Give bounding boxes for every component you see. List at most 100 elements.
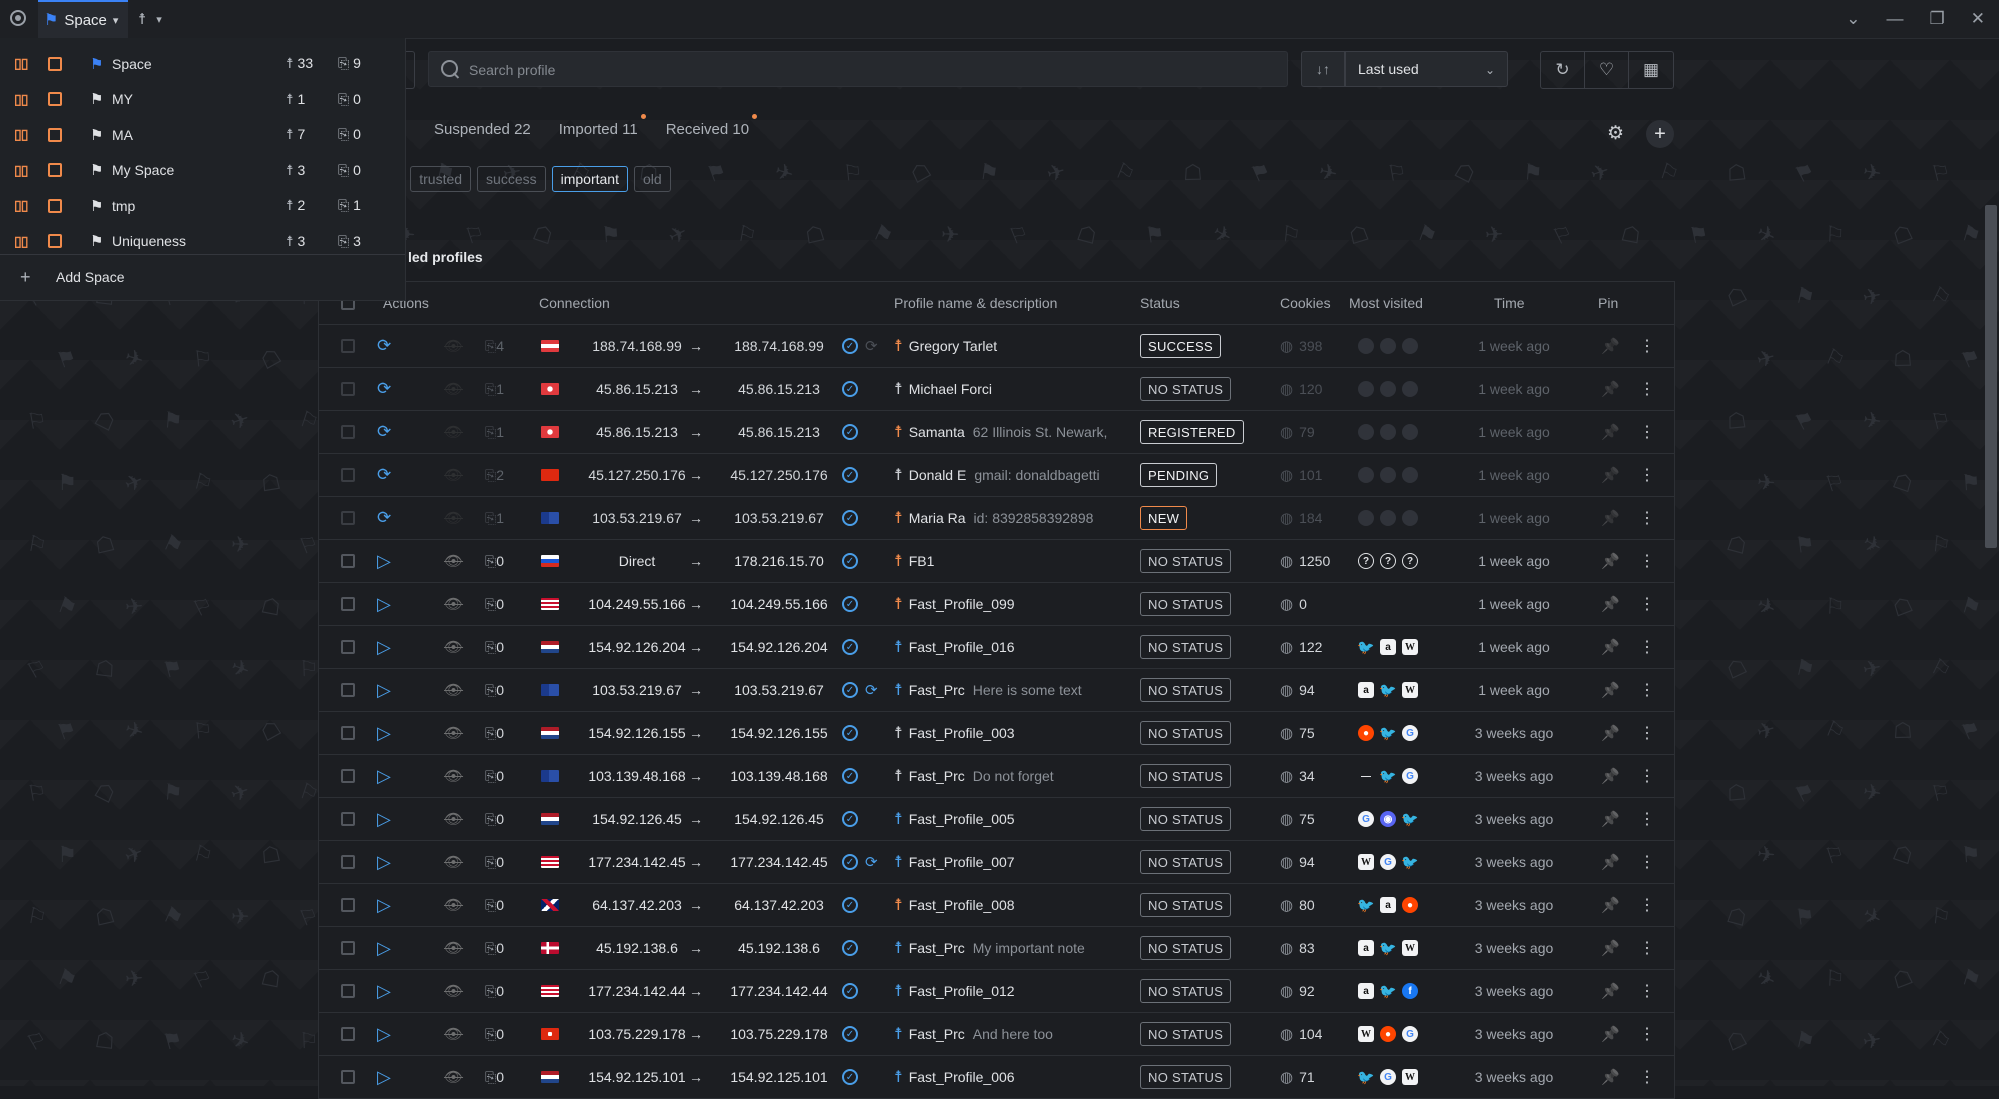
play-icon[interactable]: ▷ bbox=[377, 766, 391, 787]
pin-icon[interactable]: 📌 bbox=[1601, 939, 1620, 957]
eye-off-icon[interactable]: 👁 bbox=[444, 939, 463, 957]
sync-icon[interactable]: ⟳ bbox=[377, 379, 391, 399]
profile-cell[interactable]: ☨Fast_PrcAnd here too bbox=[894, 1013, 1053, 1055]
visibility-toggle[interactable]: 👁 bbox=[444, 325, 463, 367]
status-badge[interactable]: NO STATUS bbox=[1140, 721, 1231, 745]
tag-old[interactable]: old bbox=[634, 166, 671, 192]
more-vertical-icon[interactable]: ⋮ bbox=[1639, 594, 1655, 614]
pin-icon[interactable]: 📌 bbox=[1601, 509, 1620, 527]
status-badge[interactable]: REGISTERED bbox=[1140, 420, 1244, 444]
pin-button[interactable]: 📌 bbox=[1601, 884, 1620, 926]
status-cell[interactable]: PENDING bbox=[1140, 454, 1217, 496]
run-button[interactable]: ▷ bbox=[377, 970, 391, 1012]
checkbox[interactable] bbox=[341, 769, 355, 783]
status-badge[interactable]: NO STATUS bbox=[1140, 807, 1231, 831]
calendar-icon[interactable]: ▦ bbox=[1629, 52, 1673, 88]
row-checkbox[interactable] bbox=[341, 454, 355, 496]
table-row[interactable]: ▷👁⎘ 0154.92.126.155→154.92.126.155✓☨Fast… bbox=[319, 712, 1674, 755]
pause-icon[interactable]: ▯▯ bbox=[14, 91, 27, 108]
space-selector[interactable]: ⚑ Space ▾ bbox=[38, 0, 128, 38]
status-badge[interactable]: NO STATUS bbox=[1140, 936, 1231, 960]
refresh-connection[interactable]: ⟳ bbox=[865, 841, 878, 883]
row-checkbox[interactable] bbox=[341, 970, 355, 1012]
more-vertical-icon[interactable]: ⋮ bbox=[1639, 637, 1655, 657]
row-checkbox[interactable] bbox=[341, 411, 355, 453]
profile-name[interactable]: Fast_Prc bbox=[909, 682, 965, 698]
pin-button[interactable]: 📌 bbox=[1601, 454, 1620, 496]
sort-select[interactable]: Last used ⌄ bbox=[1345, 51, 1508, 87]
checkbox[interactable] bbox=[341, 683, 355, 697]
play-icon[interactable]: ▷ bbox=[377, 594, 391, 615]
status-cell[interactable]: NO STATUS bbox=[1140, 1056, 1231, 1098]
status-cell[interactable]: NO STATUS bbox=[1140, 626, 1231, 668]
profile-name[interactable]: Fast_Profile_007 bbox=[909, 854, 1015, 870]
checkbox[interactable] bbox=[341, 382, 355, 396]
pin-button[interactable]: 📌 bbox=[1601, 368, 1620, 410]
profile-name[interactable]: Fast_Prc bbox=[909, 768, 965, 784]
row-checkbox[interactable] bbox=[341, 669, 355, 711]
status-badge[interactable]: NO STATUS bbox=[1140, 377, 1231, 401]
checkbox[interactable] bbox=[341, 855, 355, 869]
pin-icon[interactable]: 📌 bbox=[1601, 681, 1620, 699]
pause-icon[interactable]: ▯▯ bbox=[14, 55, 27, 72]
eye-off-icon[interactable]: 👁 bbox=[444, 982, 463, 1000]
play-icon[interactable]: ▷ bbox=[377, 981, 391, 1002]
row-menu-button[interactable]: ⋮ bbox=[1639, 841, 1655, 883]
pin-icon[interactable]: 📌 bbox=[1601, 638, 1620, 656]
tag-important[interactable]: important bbox=[552, 166, 628, 192]
pin-button[interactable]: 📌 bbox=[1601, 325, 1620, 367]
checkbox[interactable] bbox=[341, 812, 355, 826]
status-badge[interactable]: PENDING bbox=[1140, 463, 1217, 487]
checkbox[interactable] bbox=[341, 726, 355, 740]
more-vertical-icon[interactable]: ⋮ bbox=[1639, 766, 1655, 786]
pin-button[interactable]: 📌 bbox=[1601, 755, 1620, 797]
row-menu-button[interactable]: ⋮ bbox=[1639, 411, 1655, 453]
status-cell[interactable]: REGISTERED bbox=[1140, 411, 1244, 453]
checkbox[interactable] bbox=[341, 1027, 355, 1041]
checkbox[interactable] bbox=[341, 339, 355, 353]
status-badge[interactable]: NEW bbox=[1140, 506, 1187, 530]
visibility-toggle[interactable]: 👁 bbox=[444, 798, 463, 840]
sync-icon[interactable]: ⟳ bbox=[377, 508, 391, 528]
profile-cell[interactable]: ☨Fast_Profile_012 bbox=[894, 970, 1015, 1012]
row-menu-button[interactable]: ⋮ bbox=[1639, 1013, 1655, 1055]
run-button[interactable]: ▷ bbox=[377, 927, 391, 969]
table-row[interactable]: ▷👁⎘ 0103.75.229.178→103.75.229.178✓☨Fast… bbox=[319, 1013, 1674, 1056]
run-button[interactable]: ▷ bbox=[377, 798, 391, 840]
row-menu-button[interactable]: ⋮ bbox=[1639, 497, 1655, 539]
visibility-toggle[interactable]: 👁 bbox=[444, 669, 463, 711]
visibility-toggle[interactable]: 👁 bbox=[444, 497, 463, 539]
pin-icon[interactable]: 📌 bbox=[1601, 982, 1620, 1000]
profile-cell[interactable]: ☨Fast_PrcDo not forget bbox=[894, 755, 1054, 797]
row-checkbox[interactable] bbox=[341, 497, 355, 539]
run-button[interactable]: ▷ bbox=[377, 841, 391, 883]
row-checkbox[interactable] bbox=[341, 712, 355, 754]
pause-icon[interactable]: ▯▯ bbox=[14, 197, 27, 214]
profile-name[interactable]: Donald E bbox=[909, 467, 967, 483]
more-vertical-icon[interactable]: ⋮ bbox=[1639, 422, 1655, 442]
eye-off-icon[interactable]: 👁 bbox=[444, 896, 463, 914]
profile-cell[interactable]: ☨Fast_Profile_005 bbox=[894, 798, 1015, 840]
row-menu-button[interactable]: ⋮ bbox=[1639, 884, 1655, 926]
profile-name[interactable]: Michael Forci bbox=[909, 381, 992, 397]
pin-icon[interactable]: 📌 bbox=[1601, 896, 1620, 914]
scrollbar[interactable] bbox=[1985, 205, 1997, 548]
eye-off-icon[interactable]: 👁 bbox=[444, 767, 463, 785]
more-vertical-icon[interactable]: ⋮ bbox=[1639, 680, 1655, 700]
pin-button[interactable]: 📌 bbox=[1601, 1056, 1620, 1098]
eye-off-icon[interactable]: 👁 bbox=[444, 853, 463, 871]
visibility-toggle[interactable]: 👁 bbox=[444, 368, 463, 410]
row-menu-button[interactable]: ⋮ bbox=[1639, 669, 1655, 711]
pin-button[interactable]: 📌 bbox=[1601, 798, 1620, 840]
status-cell[interactable]: NO STATUS bbox=[1140, 540, 1231, 582]
pin-button[interactable]: 📌 bbox=[1601, 669, 1620, 711]
status-badge[interactable]: NO STATUS bbox=[1140, 635, 1231, 659]
status-badge[interactable]: NO STATUS bbox=[1140, 764, 1231, 788]
run-button[interactable]: ⟳ bbox=[377, 411, 391, 453]
eye-off-icon[interactable]: 👁 bbox=[444, 810, 463, 828]
profile-name[interactable]: Fast_Profile_099 bbox=[909, 596, 1015, 612]
play-icon[interactable]: ▷ bbox=[377, 723, 391, 744]
status-cell[interactable]: SUCCESS bbox=[1140, 325, 1221, 367]
space-item-my[interactable]: ▯▯⚑MY☨ 1⎘ 0 bbox=[0, 82, 405, 117]
pause-icon[interactable]: ▯▯ bbox=[14, 162, 27, 179]
